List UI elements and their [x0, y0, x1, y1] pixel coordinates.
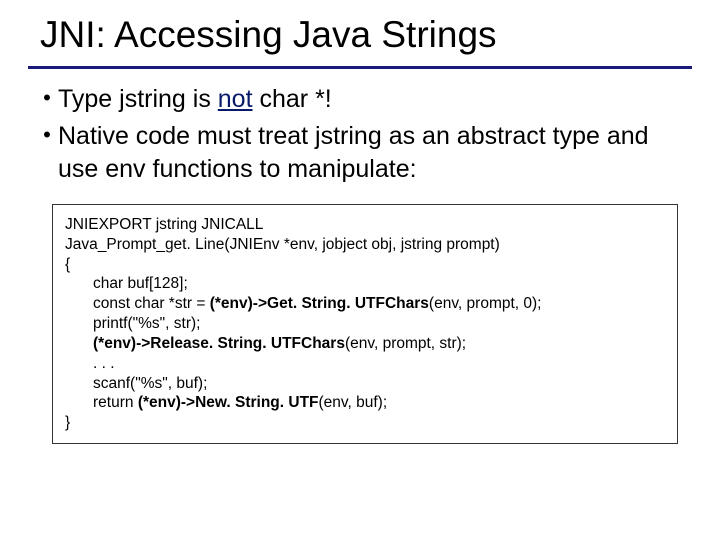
- code-line: const char *str = (*env)->Get. String. U…: [65, 294, 665, 314]
- bullet-item: • Native code must treat jstring as an a…: [36, 120, 692, 186]
- code-line: (*env)->Release. String. UTFChars(env, p…: [65, 334, 665, 354]
- bullet-emph: not: [218, 85, 253, 113]
- bullet-dot-icon: •: [36, 120, 58, 151]
- code-line: }: [65, 413, 665, 433]
- bullet-text: Type jstring is: [58, 85, 218, 113]
- code-line: char buf[128];: [65, 274, 665, 294]
- code-line: . . .: [65, 354, 665, 374]
- code-line: scanf("%s", buf);: [65, 374, 665, 394]
- code-line: Java_Prompt_get. Line(JNIEnv *env, jobje…: [65, 235, 665, 255]
- bullet-list: • Type jstring is not char *! • Native c…: [28, 83, 692, 186]
- code-line: JNIEXPORT jstring JNICALL: [65, 215, 665, 235]
- bullet-item: • Type jstring is not char *!: [36, 83, 692, 116]
- code-line: {: [65, 255, 665, 275]
- title-divider: [28, 66, 692, 69]
- code-line: printf("%s", str);: [65, 314, 665, 334]
- bullet-text: Native code must treat jstring as an abs…: [58, 122, 649, 183]
- code-line: return (*env)->New. String. UTF(env, buf…: [65, 393, 665, 413]
- bullet-dot-icon: •: [36, 83, 58, 114]
- code-block: JNIEXPORT jstring JNICALL Java_Prompt_ge…: [52, 204, 678, 444]
- slide-title: JNI: Accessing Java Strings: [40, 14, 680, 56]
- bullet-text: char *!: [253, 85, 332, 113]
